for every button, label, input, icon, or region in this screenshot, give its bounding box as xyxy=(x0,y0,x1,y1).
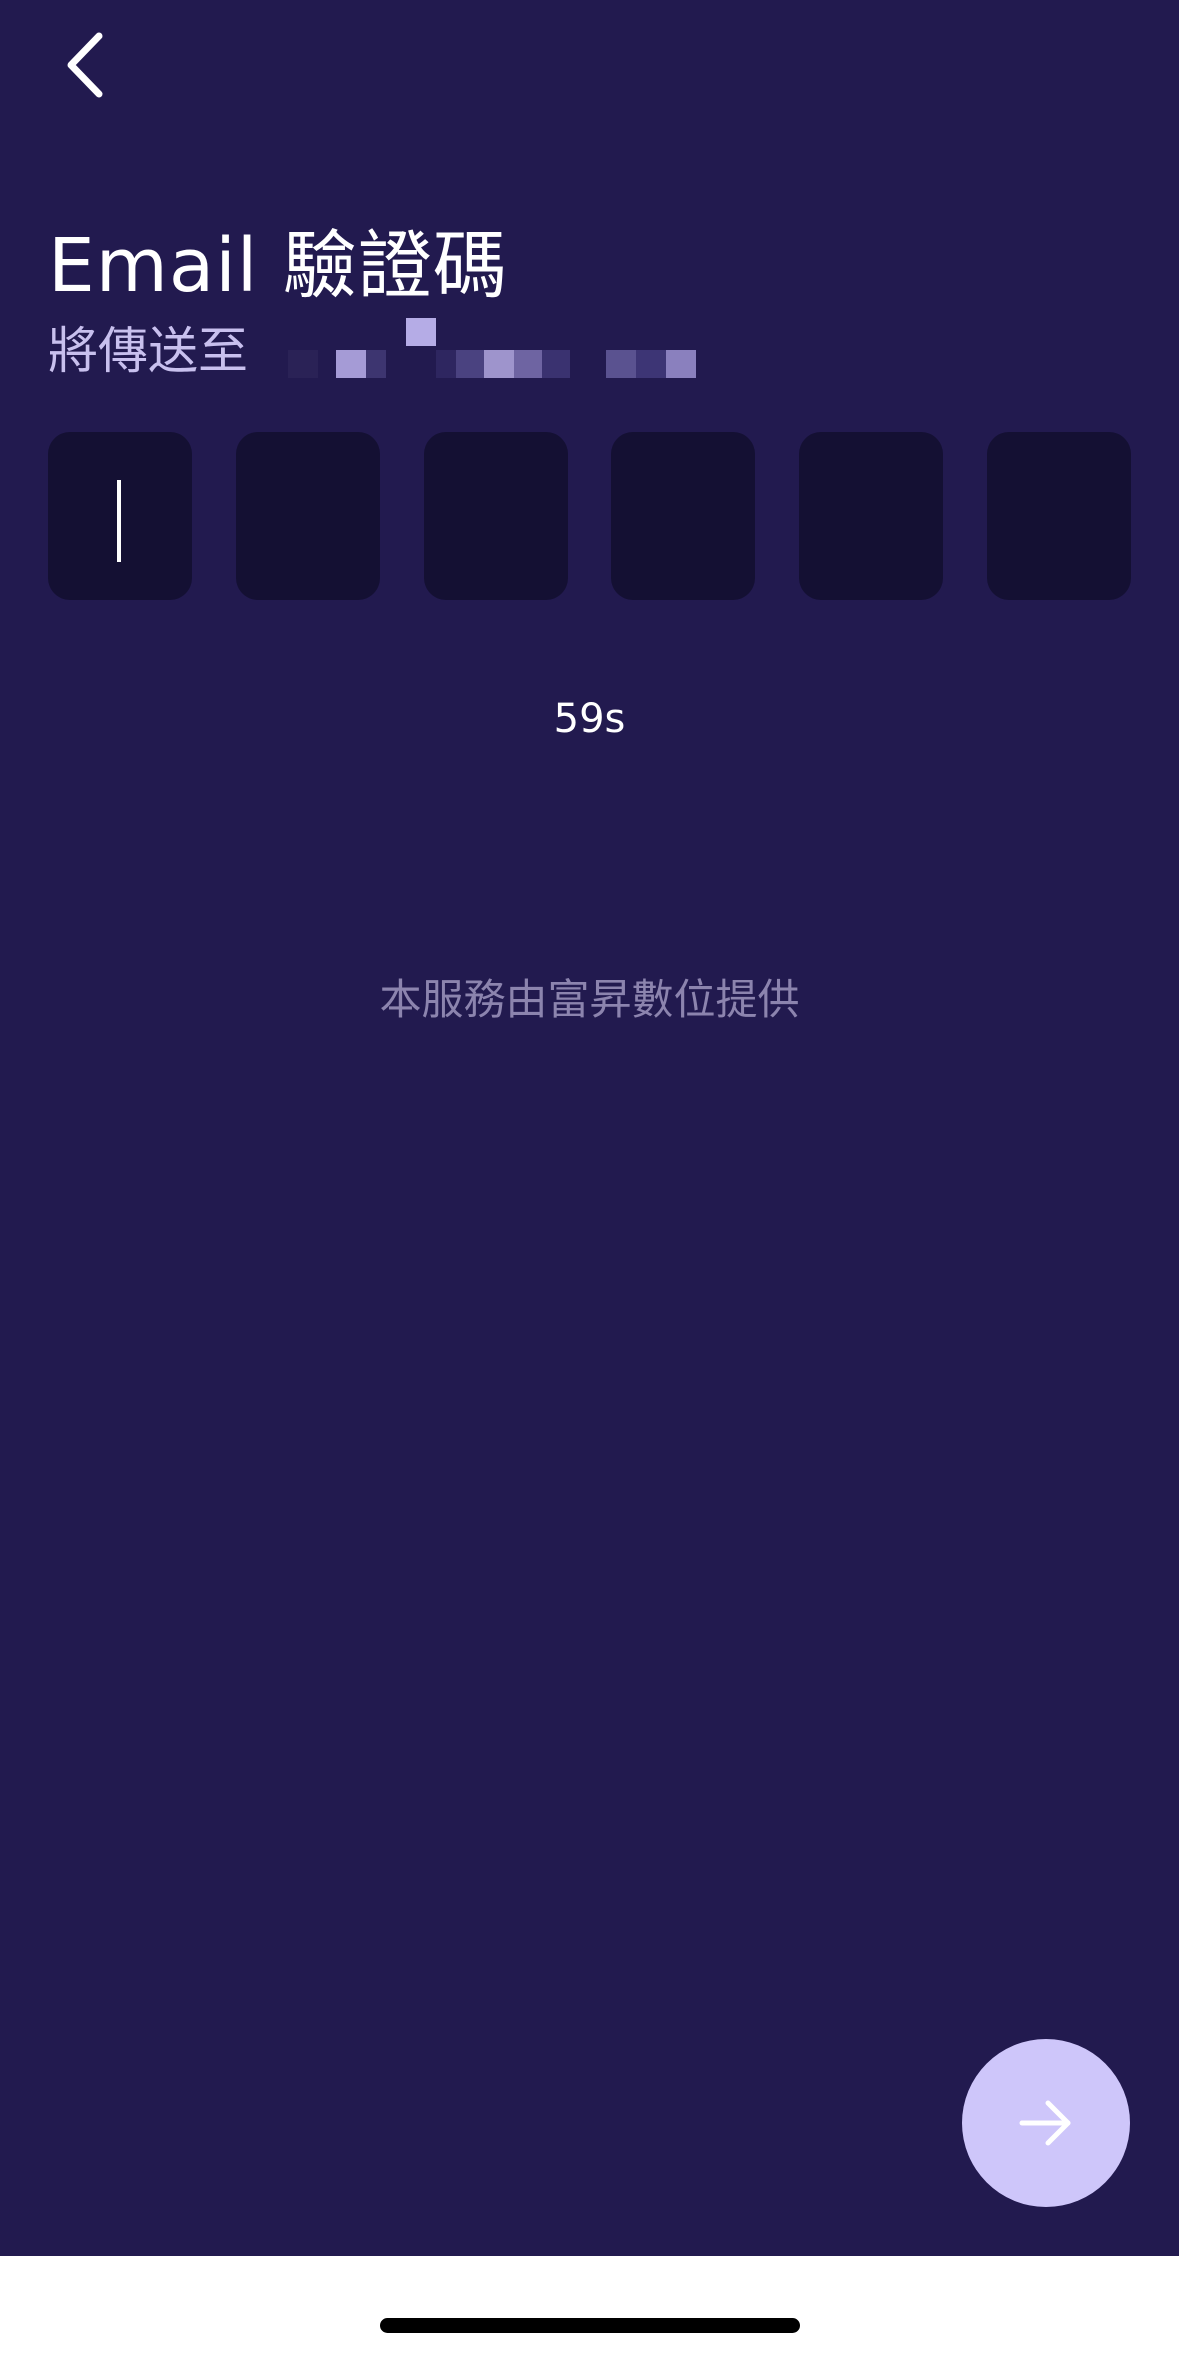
otp-digit-2[interactable] xyxy=(235,432,380,600)
chevron-left-icon xyxy=(67,32,103,98)
back-button[interactable] xyxy=(40,20,130,110)
resend-countdown: 59s xyxy=(553,696,626,742)
verification-screen: Email 驗證碼 將傳送至 59s 本服務由富昇數位提供 xyxy=(0,0,1179,2256)
send-target-row: 將傳送至 xyxy=(48,312,1148,382)
otp-digit-5[interactable] xyxy=(799,432,944,600)
page-title: Email 驗證碼 xyxy=(48,223,508,309)
otp-digit-6[interactable] xyxy=(986,432,1131,600)
otp-digit-3[interactable] xyxy=(423,432,568,600)
home-indicator-area xyxy=(0,2256,1179,2359)
provider-note: 本服務由富昇數位提供 xyxy=(379,975,800,1024)
next-button[interactable] xyxy=(962,2039,1130,2207)
otp-digit-1[interactable] xyxy=(48,432,192,600)
otp-digit-4[interactable] xyxy=(611,432,756,600)
home-indicator[interactable] xyxy=(380,2318,800,2333)
masked-email xyxy=(288,312,728,382)
subtitle: 將傳送至 xyxy=(48,322,248,380)
otp-input-group xyxy=(48,432,1131,600)
arrow-right-icon xyxy=(1019,2100,1071,2146)
text-caret xyxy=(117,480,121,562)
